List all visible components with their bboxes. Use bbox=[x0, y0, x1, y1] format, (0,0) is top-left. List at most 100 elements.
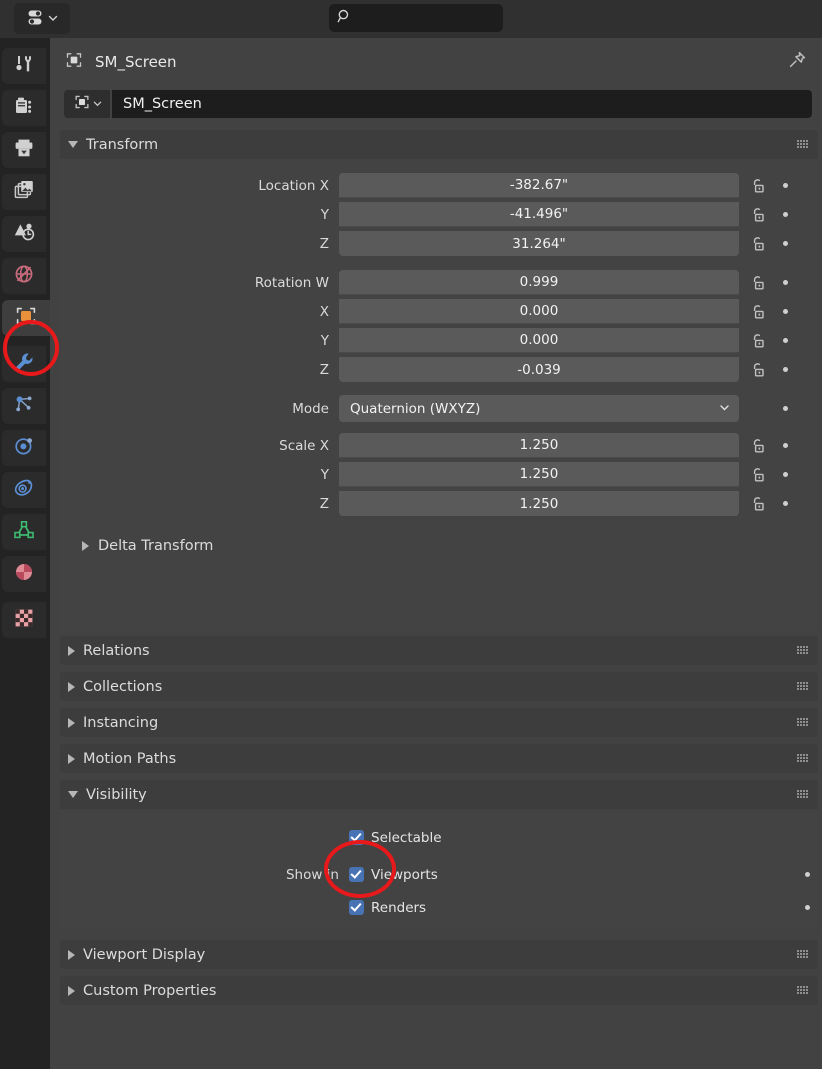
scale-x-animate-button[interactable] bbox=[771, 443, 800, 448]
scene-properties-tab[interactable] bbox=[2, 216, 46, 252]
id-type-selector[interactable] bbox=[64, 90, 110, 118]
location-y-animate-button[interactable] bbox=[771, 212, 800, 217]
drag-grip-icon[interactable] bbox=[797, 754, 808, 763]
instancing-panel-header[interactable]: Instancing bbox=[60, 708, 818, 737]
scale-x-lock-button[interactable] bbox=[745, 438, 771, 454]
selectable-row: Selectable bbox=[60, 823, 818, 852]
collections-panel-header[interactable]: Collections bbox=[60, 672, 818, 701]
object-constraint-properties-tab[interactable] bbox=[2, 472, 46, 508]
location-x-lock-button[interactable] bbox=[745, 178, 771, 194]
rotation-y-lock-button[interactable] bbox=[745, 333, 771, 349]
rotation-z-row: Z -0.039 bbox=[60, 355, 818, 384]
render-properties-tab[interactable] bbox=[2, 90, 46, 126]
drag-grip-icon[interactable] bbox=[797, 790, 808, 799]
rotation-mode-dropdown[interactable]: Quaternion (WXYZ) bbox=[339, 395, 739, 422]
rotation-z-animate-button[interactable] bbox=[771, 367, 800, 372]
search-input[interactable] bbox=[357, 10, 487, 26]
delta-transform-subpanel-header[interactable]: Delta Transform bbox=[60, 532, 818, 560]
relations-panel-header[interactable]: Relations bbox=[60, 636, 818, 665]
triangle-down-icon bbox=[68, 141, 78, 148]
rotation-x-field[interactable]: 0.000 bbox=[339, 299, 739, 324]
transform-panel-header[interactable]: Transform bbox=[60, 130, 818, 159]
scale-y-row: Y 1.250 bbox=[60, 460, 818, 489]
rotation-y-animate-button[interactable] bbox=[771, 338, 800, 343]
selectable-checkbox[interactable] bbox=[349, 830, 364, 845]
drag-grip-icon[interactable] bbox=[797, 682, 808, 691]
scale-z-row: Z 1.250 bbox=[60, 489, 818, 518]
scale-y-lock-button[interactable] bbox=[745, 467, 771, 483]
scale-z-animate-button[interactable] bbox=[771, 501, 800, 506]
drag-grip-icon[interactable] bbox=[797, 950, 808, 959]
visibility-panel-body: Selectable Show in Viewports Renders bbox=[60, 809, 818, 928]
delta-transform-label: Delta Transform bbox=[98, 538, 214, 554]
object-properties-tab[interactable] bbox=[2, 300, 50, 336]
scale-x-row: Scale X 1.250 bbox=[60, 431, 818, 460]
rotation-x-row: X 0.000 bbox=[60, 297, 818, 326]
pin-button[interactable] bbox=[784, 49, 810, 75]
renders-label: Renders bbox=[371, 899, 427, 916]
location-z-row: Z 31.264" bbox=[60, 229, 818, 258]
triangle-right-icon bbox=[68, 717, 75, 728]
location-x-row: Location X -382.67" bbox=[60, 171, 818, 200]
tool-properties-tab[interactable] bbox=[2, 48, 46, 84]
output-properties-tab[interactable] bbox=[2, 132, 46, 168]
scale-x-field[interactable]: 1.250 bbox=[339, 433, 739, 458]
location-x-label: Location X bbox=[258, 177, 329, 194]
wrench-icon bbox=[13, 351, 35, 377]
motion-paths-panel-header[interactable]: Motion Paths bbox=[60, 744, 818, 773]
location-x-field[interactable]: -382.67" bbox=[339, 173, 739, 198]
scale-y-animate-button[interactable] bbox=[771, 472, 800, 477]
rotation-x-animate-button[interactable] bbox=[771, 309, 800, 314]
renders-animate-button[interactable] bbox=[805, 905, 810, 910]
search-field[interactable] bbox=[329, 4, 503, 32]
breadcrumb-label: SM_Screen bbox=[95, 53, 177, 71]
physics-properties-tab[interactable] bbox=[2, 430, 46, 466]
drag-grip-icon[interactable] bbox=[797, 646, 808, 655]
custom-properties-panel-title: Custom Properties bbox=[83, 982, 217, 999]
object-name-field[interactable]: SM_Screen bbox=[112, 90, 812, 118]
drag-grip-icon[interactable] bbox=[797, 140, 808, 149]
scale-x-label: Scale X bbox=[279, 437, 329, 454]
rotation-w-field[interactable]: 0.999 bbox=[339, 270, 739, 295]
drag-grip-icon[interactable] bbox=[797, 986, 808, 995]
texture-properties-tab[interactable] bbox=[2, 602, 46, 638]
object-data-properties-tab[interactable] bbox=[2, 514, 46, 550]
world-properties-tab[interactable] bbox=[2, 258, 46, 294]
rotation-w-animate-button[interactable] bbox=[771, 280, 800, 285]
instancing-panel-title: Instancing bbox=[83, 714, 159, 731]
rotation-w-lock-button[interactable] bbox=[745, 275, 771, 291]
visibility-panel-header[interactable]: Visibility bbox=[60, 780, 818, 809]
modifier-properties-tab[interactable] bbox=[2, 346, 46, 382]
viewport-display-panel-title: Viewport Display bbox=[83, 946, 206, 963]
rotation-x-lock-button[interactable] bbox=[745, 304, 771, 320]
particle-properties-tab[interactable] bbox=[2, 388, 46, 424]
location-x-animate-button[interactable] bbox=[771, 183, 800, 188]
viewports-animate-button[interactable] bbox=[805, 872, 810, 877]
scale-y-field[interactable]: 1.250 bbox=[339, 462, 739, 487]
scale-z-lock-button[interactable] bbox=[745, 496, 771, 512]
location-y-lock-button[interactable] bbox=[745, 207, 771, 223]
custom-properties-panel-header[interactable]: Custom Properties bbox=[60, 976, 818, 1005]
collections-panel-title: Collections bbox=[83, 678, 163, 695]
rotation-z-field[interactable]: -0.039 bbox=[339, 357, 739, 382]
location-z-animate-button[interactable] bbox=[771, 241, 800, 246]
world-globe-icon bbox=[13, 263, 35, 289]
renders-checkbox[interactable] bbox=[349, 900, 364, 915]
rotation-mode-animate-button[interactable] bbox=[771, 406, 800, 411]
rotation-z-label: Z bbox=[319, 361, 329, 378]
selectable-label: Selectable bbox=[371, 829, 442, 846]
editor-type-selector[interactable] bbox=[14, 3, 70, 34]
location-z-field[interactable]: 31.264" bbox=[339, 231, 739, 256]
location-y-field[interactable]: -41.496" bbox=[339, 202, 739, 227]
drag-grip-icon[interactable] bbox=[797, 718, 808, 727]
viewports-checkbox[interactable] bbox=[349, 867, 364, 882]
search-icon bbox=[337, 9, 352, 28]
viewport-display-panel-header[interactable]: Viewport Display bbox=[60, 940, 818, 969]
rotation-y-field[interactable]: 0.000 bbox=[339, 328, 739, 353]
chevron-down-icon bbox=[719, 401, 730, 417]
location-z-lock-button[interactable] bbox=[745, 236, 771, 252]
scale-z-field[interactable]: 1.250 bbox=[339, 491, 739, 516]
view-layer-properties-tab[interactable] bbox=[2, 174, 46, 210]
rotation-z-lock-button[interactable] bbox=[745, 362, 771, 378]
material-properties-tab[interactable] bbox=[2, 556, 46, 592]
